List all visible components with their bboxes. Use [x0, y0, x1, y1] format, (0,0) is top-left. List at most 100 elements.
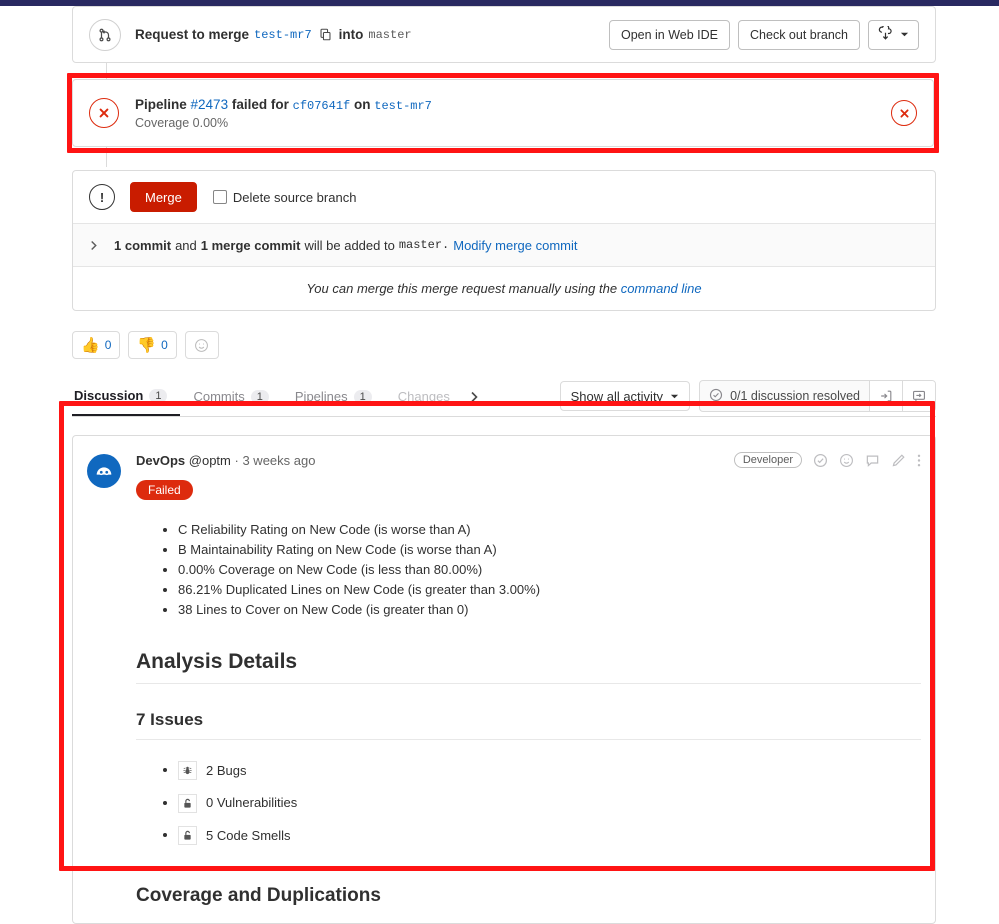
tab-pipelines[interactable]: Pipelines 1 — [282, 377, 385, 416]
tab-pipelines-count: 1 — [353, 389, 372, 404]
issues-list: 2 Bugs 0 Vulnerabilities — [136, 754, 921, 852]
toggle-comments-icon[interactable] — [902, 381, 935, 411]
download-dropdown-button[interactable] — [868, 19, 919, 50]
coverage-and-duplications-heading: Coverage and Duplications — [136, 884, 381, 906]
request-to-merge-widget: Request to merge test-mr7 into master Op… — [72, 6, 936, 63]
more-actions-icon[interactable] — [917, 453, 921, 468]
manual-merge-text: You can merge this merge request manuall… — [306, 281, 618, 296]
discussions-resolved-status: 0/1 discussion resolved — [700, 381, 869, 411]
request-to-merge-text: Request to merge test-mr7 into master — [135, 27, 609, 42]
add-reaction-icon[interactable] — [184, 331, 219, 359]
merge-head-actions: Open in Web IDE Check out branch — [608, 19, 919, 50]
copy-icon[interactable] — [319, 28, 332, 41]
modify-merge-commit-link[interactable]: Modify merge commit — [453, 238, 577, 253]
commit-sha-link[interactable]: cf07641f — [293, 99, 351, 113]
note-header: DevOps @optm · 3 weeks ago Developer — [136, 452, 921, 468]
pipeline-text: Pipeline #2473 failed for cf07641f on te… — [135, 97, 891, 130]
award-thumbsup-button[interactable]: 👍 0 — [72, 331, 121, 359]
list-item: 0 Vulnerabilities — [178, 787, 921, 820]
tab-commits-count: 1 — [250, 389, 269, 404]
note-author-line: DevOps @optm · 3 weeks ago — [136, 453, 315, 468]
status-badge: Failed — [136, 480, 193, 500]
reply-icon[interactable] — [865, 453, 880, 468]
bug-icon — [178, 761, 197, 781]
pipeline-id-link[interactable]: #2473 — [191, 97, 229, 112]
target-branch-label: master — [368, 27, 412, 42]
merge-request-tabs-bar: Discussion 1 Commits 1 Pipelines 1 Chang… — [72, 377, 936, 417]
merge-commit-count: 1 merge commit — [200, 237, 301, 253]
pipeline-branch-link[interactable]: test-mr7 — [374, 99, 432, 113]
list-item: 5 Code Smells — [178, 819, 921, 852]
chevron-down-icon — [900, 28, 909, 42]
checkbox-box[interactable] — [212, 190, 227, 204]
activity-filter-dropdown[interactable]: Show all activity — [559, 381, 691, 411]
tab-discussion-label: Discussion — [74, 388, 144, 403]
merge-request-icon — [89, 18, 121, 51]
discussion-resolved-group: 0/1 discussion resolved — [699, 380, 936, 412]
list-item: 0.00% Coverage on New Code (is less than… — [178, 560, 921, 580]
check-circle-icon — [709, 388, 723, 405]
pipeline-summary-line: Pipeline #2473 failed for cf07641f on te… — [135, 97, 891, 113]
merge-request-tabs: Discussion 1 Commits 1 Pipelines 1 Chang… — [72, 377, 485, 416]
note-author-name[interactable]: DevOps — [136, 453, 185, 468]
discussions-resolved-text: 0/1 discussion resolved — [730, 389, 860, 403]
chevron-down-icon — [670, 389, 679, 404]
download-icon — [878, 23, 893, 44]
tab-pipelines-label: Pipelines — [294, 389, 348, 404]
edit-icon[interactable] — [891, 453, 906, 468]
source-branch-link[interactable]: test-mr7 — [254, 28, 312, 42]
list-item: B Maintainability Rating on New Code (is… — [178, 540, 921, 560]
tab-changes-label: Changes — [397, 389, 450, 404]
chevron-right-icon[interactable] — [89, 240, 98, 251]
pipeline-label: Pipeline — [135, 96, 187, 112]
thumbs-up-icon: 👍 — [81, 336, 100, 354]
command-line-link[interactable]: command line — [621, 281, 702, 296]
thumbs-up-count: 0 — [104, 338, 112, 352]
list-item: 2 Bugs — [178, 754, 921, 787]
tab-changes[interactable]: Changes — [385, 377, 463, 416]
and-label: and — [175, 237, 197, 253]
tab-discussion[interactable]: Discussion 1 — [72, 377, 181, 416]
pipeline-state: failed for — [231, 96, 289, 112]
note-timestamp[interactable]: 3 weeks ago — [242, 453, 315, 468]
code-smells-label: 5 Code Smells — [206, 827, 291, 843]
note-author-handle[interactable]: @optm — [189, 453, 231, 468]
note-actions: Developer — [733, 452, 921, 468]
add-reaction-icon[interactable] — [839, 453, 854, 468]
note-body: DevOps @optm · 3 weeks ago Developer Fai… — [136, 452, 921, 913]
manual-merge-row: You can merge this merge request manuall… — [73, 267, 935, 310]
delete-source-branch-label: Delete source branch — [232, 189, 357, 205]
unlock-icon — [178, 826, 197, 846]
bugs-label: 2 Bugs — [206, 762, 247, 778]
list-item: C Reliability Rating on New Code (is wor… — [178, 520, 921, 540]
pipeline-coverage: Coverage 0.00% — [135, 115, 229, 130]
pipeline-status-widget: Pipeline #2473 failed for cf07641f on te… — [72, 79, 934, 147]
thumbs-down-icon: 👎 — [137, 336, 157, 354]
pipeline-dismiss-icon[interactable] — [891, 100, 917, 126]
discussion-note: DevOps @optm · 3 weeks ago Developer Fai… — [72, 435, 936, 924]
award-thumbsdown-button[interactable]: 👎 0 — [128, 331, 177, 359]
analysis-details-heading: Analysis Details — [136, 650, 921, 684]
merge-button[interactable]: Merge — [130, 182, 197, 212]
vulnerabilities-label: 0 Vulnerabilities — [206, 795, 298, 811]
resolve-thread-icon[interactable] — [813, 453, 828, 468]
activity-filter-label: Show all activity — [570, 388, 664, 404]
check-out-branch-button[interactable]: Check out branch — [738, 19, 860, 50]
error-circle-icon — [89, 98, 119, 128]
will-be-added-label: will be added to — [304, 237, 395, 253]
award-emoji-bar: 👍 0 👎 0 — [72, 331, 936, 359]
unlock-icon — [178, 793, 197, 813]
avatar[interactable] — [87, 454, 121, 488]
open-in-web-ide-button[interactable]: Open in Web IDE — [608, 19, 731, 50]
tab-commits[interactable]: Commits 1 — [180, 377, 281, 416]
merge-commit-summary-row[interactable]: 1 commit and 1 merge commit will be adde… — [73, 223, 935, 267]
warning-circle-icon: ! — [89, 184, 115, 210]
list-item: 38 Lines to Cover on New Code (is greate… — [178, 600, 921, 620]
delete-source-branch-checkbox[interactable]: Delete source branch — [212, 189, 357, 205]
tabs-overflow-button[interactable] — [463, 377, 485, 416]
note-separator: · — [234, 452, 239, 468]
on-label: on — [354, 96, 371, 112]
tabs-right-controls: Show all activity 0/1 discussion resolve… — [559, 380, 936, 416]
role-badge: Developer — [733, 452, 802, 468]
jump-to-next-discussion-icon[interactable] — [869, 381, 902, 411]
